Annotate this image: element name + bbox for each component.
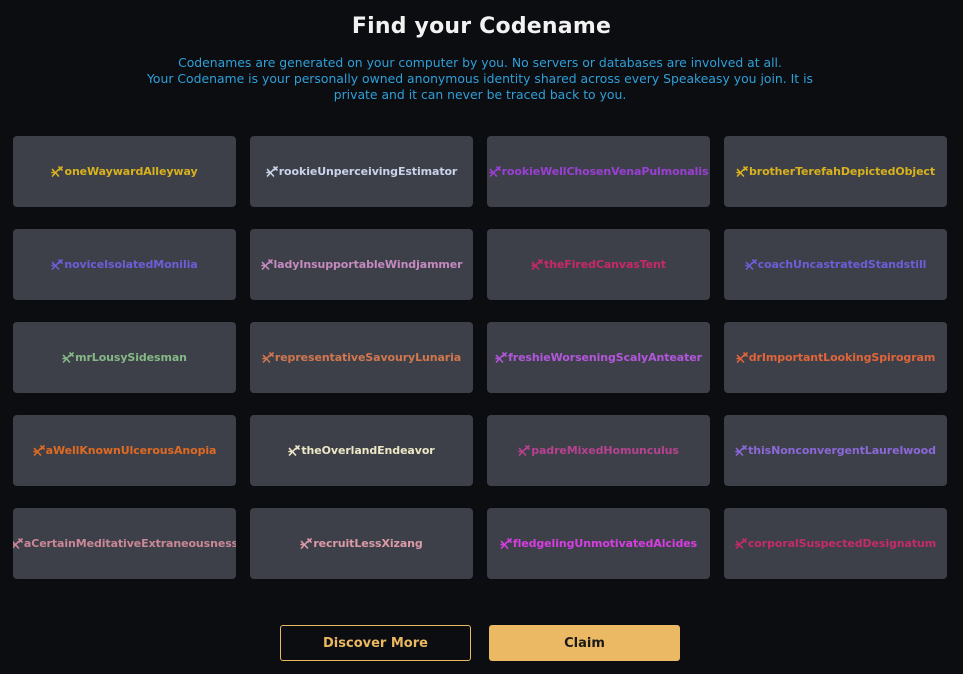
- codename-card[interactable]: representativeSavouryLunaria: [250, 322, 473, 393]
- codename-text: thisNonconvergentLaurelwood: [748, 444, 936, 457]
- codename-glyph-icon: [518, 445, 531, 456]
- codename-glyph-icon: [51, 166, 64, 177]
- codename-glyph-icon: [13, 538, 23, 549]
- codename-glyph-icon: [265, 166, 278, 177]
- discover-more-button[interactable]: Discover More: [280, 625, 471, 661]
- page-title: Find your Codename: [351, 14, 612, 39]
- codename-glyph-icon: [51, 259, 64, 270]
- codename-card[interactable]: rookieWellChosenVenaPulmonalis: [487, 136, 710, 207]
- codename-label-group: fledgelingUnmotivatedAlcides: [500, 537, 697, 550]
- codename-glyph-icon: [744, 259, 757, 270]
- codename-text: theOverlandEndeavor: [301, 444, 435, 457]
- codename-text: oneWaywardAlleyway: [64, 165, 198, 178]
- codename-text: fledgelingUnmotivatedAlcides: [512, 537, 698, 550]
- codename-card[interactable]: coachUncastratedStandstill: [724, 229, 947, 300]
- codename-glyph-icon: [488, 166, 501, 177]
- codename-glyph-icon: [262, 352, 274, 363]
- codename-label-group: padreMixedHomunculus: [518, 444, 679, 457]
- codename-label-group: rookieWellChosenVenaPulmonalis: [488, 165, 709, 178]
- codename-card[interactable]: ladyInsupportableWindjammer: [250, 229, 473, 300]
- codename-label-group: corporalSuspectedDesignatum: [735, 537, 936, 550]
- codename-text: coachUncastratedStandstill: [757, 258, 927, 271]
- codename-text: padreMixedHomunculus: [531, 444, 679, 457]
- description-line-2: Your Codename is your personally owned a…: [147, 71, 813, 86]
- codename-label-group: noviceIsolatedMonilia: [51, 258, 198, 271]
- codename-card[interactable]: padreMixedHomunculus: [487, 415, 710, 486]
- codename-label-group: rookieUnperceivingEstimator: [265, 165, 458, 178]
- codename-text: ladyInsupportableWindjammer: [273, 258, 463, 271]
- codename-text: aWellKnownUlcerousAnopia: [45, 444, 217, 457]
- codename-card[interactable]: thisNonconvergentLaurelwood: [724, 415, 947, 486]
- codename-text: mrLousySidesman: [75, 351, 187, 364]
- codename-label-group: theOverlandEndeavor: [288, 444, 435, 457]
- codename-card[interactable]: recruitLessXizang: [250, 508, 473, 579]
- codename-card[interactable]: theFiredCanvasTent: [487, 229, 710, 300]
- codename-glyph-icon: [531, 259, 543, 270]
- codename-text: drImportantLookingSpirogram: [748, 351, 936, 364]
- claim-button[interactable]: Claim: [489, 625, 680, 661]
- codename-label-group: mrLousySidesman: [62, 351, 187, 364]
- codename-text: freshieWorseningScalyAnteater: [508, 351, 702, 364]
- codename-label-group: drImportantLookingSpirogram: [735, 351, 936, 364]
- codename-label-group: oneWaywardAlleyway: [51, 165, 198, 178]
- codename-glyph-icon: [735, 538, 747, 549]
- codename-text: brotherTerefahDepictedObject: [748, 165, 936, 178]
- codename-text: rookieUnperceivingEstimator: [278, 165, 458, 178]
- codename-glyph-icon: [288, 445, 301, 456]
- codename-label-group: aCertainMeditativeExtraneousness: [13, 537, 236, 550]
- codename-glyph-icon: [736, 166, 748, 177]
- codename-glyph-icon: [62, 352, 74, 363]
- description-line-1: Codenames are generated on your computer…: [178, 55, 782, 70]
- codename-grid: oneWaywardAlleyway rookieUnperceivingEst…: [13, 136, 947, 579]
- codename-card[interactable]: theOverlandEndeavor: [250, 415, 473, 486]
- description-line-3: private and it can never be traced back …: [333, 87, 627, 102]
- codename-glyph-icon: [735, 445, 747, 456]
- codename-label-group: recruitLessXizang: [300, 537, 423, 550]
- codename-card[interactable]: aCertainMeditativeExtraneousness: [13, 508, 236, 579]
- codename-card[interactable]: drImportantLookingSpirogram: [724, 322, 947, 393]
- codename-glyph-icon: [495, 352, 507, 363]
- codename-glyph-icon: [260, 259, 273, 270]
- codename-glyph-icon: [735, 352, 748, 363]
- codename-card[interactable]: mrLousySidesman: [13, 322, 236, 393]
- codename-label-group: brotherTerefahDepictedObject: [736, 165, 935, 178]
- codename-label-group: aWellKnownUlcerousAnopia: [32, 444, 217, 457]
- codename-label-group: ladyInsupportableWindjammer: [260, 258, 463, 271]
- codename-text: aCertainMeditativeExtraneousness: [23, 537, 236, 550]
- page-description: Codenames are generated on your computer…: [130, 55, 830, 103]
- codename-glyph-icon: [32, 445, 45, 456]
- codename-card[interactable]: fledgelingUnmotivatedAlcides: [487, 508, 710, 579]
- codename-card[interactable]: noviceIsolatedMonilia: [13, 229, 236, 300]
- codename-label-group: thisNonconvergentLaurelwood: [735, 444, 936, 457]
- find-codename-page: Find your Codename Codenames are generat…: [0, 0, 963, 674]
- codename-text: corporalSuspectedDesignatum: [747, 537, 937, 550]
- codename-text: representativeSavouryLunaria: [274, 351, 462, 364]
- codename-card[interactable]: oneWaywardAlleyway: [13, 136, 236, 207]
- codename-card[interactable]: rookieUnperceivingEstimator: [250, 136, 473, 207]
- codename-label-group: freshieWorseningScalyAnteater: [495, 351, 702, 364]
- codename-label-group: theFiredCanvasTent: [531, 258, 666, 271]
- codename-glyph-icon: [500, 538, 512, 549]
- codename-text: noviceIsolatedMonilia: [64, 258, 198, 271]
- codename-card[interactable]: brotherTerefahDepictedObject: [724, 136, 947, 207]
- codename-card[interactable]: corporalSuspectedDesignatum: [724, 508, 947, 579]
- codename-text: theFiredCanvasTent: [544, 258, 666, 271]
- codename-card[interactable]: freshieWorseningScalyAnteater: [487, 322, 710, 393]
- codename-glyph-icon: [300, 538, 313, 549]
- codename-text: recruitLessXizang: [313, 537, 423, 550]
- codename-card[interactable]: aWellKnownUlcerousAnopia: [13, 415, 236, 486]
- codename-text: rookieWellChosenVenaPulmonalis: [501, 165, 709, 178]
- codename-label-group: representativeSavouryLunaria: [262, 351, 461, 364]
- codename-label-group: coachUncastratedStandstill: [744, 258, 927, 271]
